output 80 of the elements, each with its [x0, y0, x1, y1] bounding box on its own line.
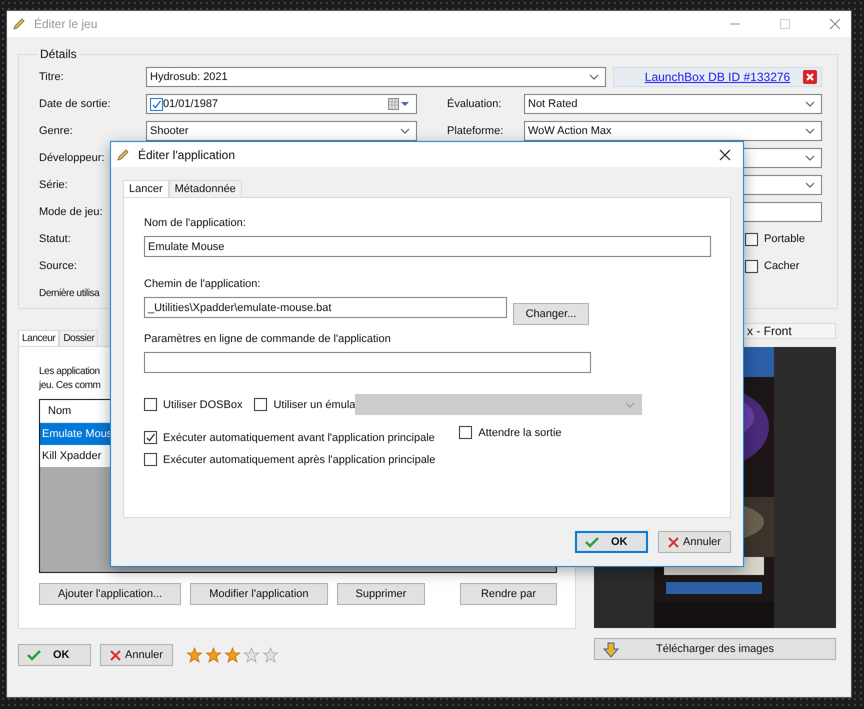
action-button[interactable]: Supprimer [336, 583, 426, 605]
render-button[interactable]: Rendre par [460, 583, 557, 605]
field-label: Mode de jeu: [39, 206, 103, 218]
download-images-button[interactable]: Télécharger des images [594, 638, 836, 660]
chevron-icon [805, 128, 815, 134]
checkbox[interactable] [745, 260, 758, 272]
field-label: Genre: [39, 125, 73, 137]
field-label: Dernière utilisa [39, 288, 100, 299]
star-icon [224, 647, 241, 663]
description-text: Les application [39, 365, 101, 379]
calendar-icon [388, 98, 410, 110]
checkbox-label: Utiliser DOSBox [163, 398, 242, 410]
field-label: Plateforme: [447, 125, 504, 137]
dropdown[interactable]: Hydrosub: 2021 [146, 67, 606, 87]
star-rating[interactable] [186, 647, 279, 663]
path-field[interactable]: _Utilities\Xpadder\emulate-mouse.bat [144, 297, 507, 318]
checkbox-label: Cacher [764, 260, 800, 272]
parameters-field[interactable] [144, 352, 591, 373]
database-link[interactable]: LaunchBox DB ID #133276 [644, 70, 790, 84]
field-label: Paramètres en ligne de commande de l'application [144, 332, 391, 346]
change-button[interactable]: Changer... [513, 303, 589, 325]
dropdown[interactable]: Not Rated [524, 94, 822, 114]
chevron-icon [805, 182, 815, 188]
star-icon [205, 647, 222, 663]
chevron-icon [589, 74, 599, 80]
chevron-icon [625, 402, 636, 408]
x-icon [110, 650, 122, 660]
field-label: Date de sortie: [39, 98, 111, 110]
description-text: jeu. Ces comm [39, 379, 102, 393]
field-label: Titre: [39, 71, 64, 83]
download-icon [603, 642, 619, 658]
ok-button[interactable]: OK [18, 644, 91, 666]
date-field[interactable]: 01/01/1987 [146, 94, 417, 114]
chevron-icon [805, 155, 815, 161]
name-field[interactable]: Emulate Mouse [144, 236, 711, 257]
pencil-icon [116, 148, 130, 162]
window-title: Éditer le jeu [34, 17, 98, 31]
star-icon [243, 647, 260, 663]
chevron-icon [400, 128, 410, 134]
checkbox[interactable] [144, 398, 157, 411]
dropdown[interactable]: Shooter [146, 121, 417, 141]
tab[interactable]: Lanceur [18, 330, 60, 346]
dropdown[interactable]: WoW Action Max [524, 121, 822, 141]
close-icon[interactable] [719, 148, 731, 160]
chevron-icon [805, 101, 815, 107]
pencil-icon [12, 17, 26, 31]
tab[interactable]: Dossier [59, 330, 98, 346]
checkmark-icon [585, 536, 599, 548]
checkbox[interactable] [144, 431, 157, 444]
checkbox[interactable] [150, 98, 163, 110]
dialog-title: Éditer l'application [138, 148, 236, 162]
checkbox[interactable] [459, 426, 472, 439]
tab[interactable]: Métadonnée [168, 180, 242, 197]
checkbox[interactable] [745, 232, 758, 246]
cancel-button[interactable]: Annuler [658, 531, 731, 553]
ok-button[interactable]: OK [575, 531, 648, 553]
checkbox[interactable] [144, 453, 157, 466]
checkbox-label: Utiliser un émula [273, 398, 356, 410]
star-icon [186, 647, 203, 663]
field-label: Source: [39, 260, 77, 272]
action-button[interactable]: Ajouter l'application... [39, 583, 182, 605]
group-title: Détails [39, 47, 78, 61]
cancel-button[interactable]: Annuler [100, 644, 173, 666]
checkbox-label: Portable [764, 233, 805, 245]
field-label: Évaluation: [447, 98, 502, 110]
tab[interactable]: Lancer [123, 180, 169, 197]
star-icon [262, 647, 279, 663]
field-label: Nom de l'application: [144, 216, 246, 230]
field-label: Série: [39, 179, 68, 191]
checkbox-label: Attendre la sortie [478, 426, 562, 438]
field-label: Statut: [39, 233, 71, 245]
field-label: Chemin de l'application: [144, 277, 260, 291]
checkbox-label: Exécuter automatiquement avant l'application principale [163, 432, 435, 444]
x-icon [668, 536, 680, 548]
remove-icon[interactable] [803, 70, 817, 84]
action-button[interactable]: Modifier l'application [190, 583, 328, 605]
field-label: Développeur: [39, 152, 104, 164]
checkmark-icon [27, 649, 41, 661]
checkbox[interactable] [254, 398, 268, 411]
checkbox-label: Exécuter automatiquement après l'application principale [163, 454, 436, 466]
